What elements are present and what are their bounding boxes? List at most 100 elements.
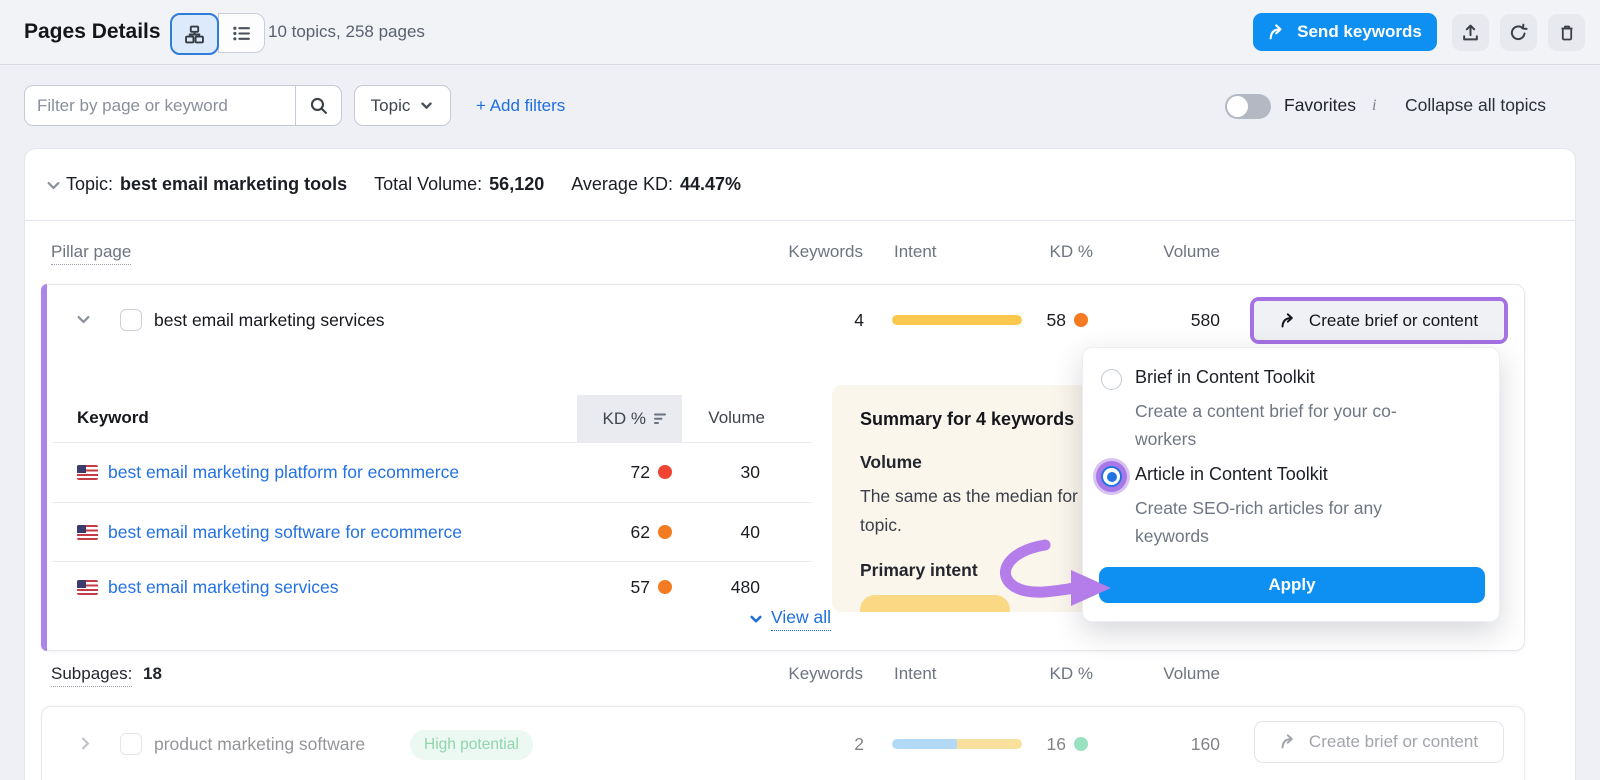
topic-filter-dropdown[interactable]: Topic — [354, 85, 451, 126]
add-filters-link[interactable]: + Add filters — [476, 85, 565, 126]
search-submit-button[interactable] — [295, 86, 341, 125]
chevron-right-icon[interactable] — [77, 735, 94, 752]
option-article-label[interactable]: Article in Content Toolkit — [1135, 464, 1328, 485]
volume-value: 480 — [660, 577, 760, 598]
subpages-count: 18 — [143, 664, 162, 683]
option-brief-label[interactable]: Brief in Content Toolkit — [1135, 367, 1315, 388]
subpage-keywords-count: 2 — [764, 734, 864, 755]
collapse-all-topics[interactable]: Collapse all topics — [1405, 85, 1546, 126]
upload-icon — [1461, 23, 1480, 42]
total-volume-label: Total Volume: — [374, 174, 482, 194]
column-intent: Intent — [894, 242, 937, 262]
option-article-description: Create SEO-rich articles for any keyword… — [1135, 494, 1480, 550]
delete-button[interactable] — [1548, 14, 1585, 51]
chevron-down-icon — [748, 611, 764, 627]
keyword-link[interactable]: best email marketing software for ecomme… — [108, 522, 462, 543]
radio-article[interactable] — [1101, 466, 1122, 487]
column-kd: KD % — [993, 664, 1093, 684]
topic-header-row[interactable]: Topic: best email marketing tools Total Vo… — [25, 149, 1575, 221]
column-kd: KD % — [993, 242, 1093, 262]
keyword-table-col-volume: Volume — [665, 408, 765, 428]
trash-icon — [1558, 24, 1576, 42]
summary-volume-label: Volume — [860, 452, 1098, 473]
column-keywords: Keywords — [763, 664, 863, 684]
keyword-table-col-keyword: Keyword — [77, 408, 149, 428]
radio-brief[interactable] — [1101, 369, 1122, 390]
topic-label: Topic: — [66, 174, 113, 194]
column-keywords: Keywords — [763, 242, 863, 262]
keyword-link[interactable]: best email marketing services — [108, 577, 339, 598]
volume-value: 40 — [660, 522, 760, 543]
volume-value: 30 — [660, 462, 760, 483]
chevron-down-icon[interactable] — [75, 311, 92, 328]
subpage-card: product marketing software High potentia… — [41, 706, 1525, 780]
kd-dot-orange — [1074, 313, 1088, 327]
pillar-volume-value: 580 — [1120, 310, 1220, 331]
keyword-link[interactable]: best email marketing platform for ecomme… — [108, 462, 459, 483]
export-button[interactable] — [1452, 14, 1489, 51]
keyword-row: best email marketing software for ecomme… — [42, 502, 812, 562]
view-toggle — [170, 13, 265, 55]
subpage-kd-value: 16 — [986, 734, 1066, 755]
chevron-down-icon[interactable] — [45, 177, 62, 194]
summary-primary-intent-label: Primary intent — [860, 560, 1098, 581]
subpage-title[interactable]: product marketing software — [154, 734, 365, 755]
column-volume: Volume — [1120, 664, 1220, 684]
pillar-checkbox[interactable] — [120, 309, 142, 331]
share-arrow-icon — [1268, 23, 1287, 42]
subpage-volume-value: 160 — [1120, 734, 1220, 755]
share-arrow-icon — [1280, 733, 1298, 751]
topic-summary-line: Topic: best email marketing tools Total Vo… — [66, 149, 741, 220]
create-brief-or-content-button[interactable]: Create brief or content — [1254, 301, 1504, 340]
top-bar: Pages Details — [0, 0, 1600, 65]
column-intent: Intent — [894, 664, 937, 684]
summary-volume-text: The same as the median for topic. — [860, 482, 1098, 540]
subpage-checkbox[interactable] — [120, 733, 142, 755]
sitemap-icon — [185, 25, 204, 44]
pillar-page-title[interactable]: best email marketing services — [154, 310, 385, 331]
chevron-down-icon — [419, 98, 434, 113]
annotation-highlight-box: Create brief or content — [1250, 297, 1508, 344]
average-kd-value: 44.47% — [680, 174, 741, 194]
kd-value: 57 — [570, 577, 650, 598]
favorites-toggle[interactable] — [1225, 94, 1271, 119]
subpages-label[interactable]: Subpages: 18 — [51, 664, 162, 684]
create-brief-or-content-button[interactable]: Create brief or content — [1254, 721, 1504, 763]
pages-details-screen: Pages Details — [0, 0, 1600, 780]
info-icon[interactable]: i — [1372, 85, 1376, 126]
create-content-popup: Brief in Content Toolkit Create a conten… — [1082, 347, 1500, 622]
column-pillar-page[interactable]: Pillar page — [51, 242, 131, 262]
column-volume: Volume — [1120, 242, 1220, 262]
intent-pill — [860, 595, 1010, 612]
topic-name: best email marketing tools — [120, 174, 347, 194]
keyword-row: best email marketing platform for ecomme… — [42, 442, 812, 502]
pillar-keywords-count: 4 — [764, 310, 864, 331]
us-flag-icon — [77, 525, 98, 540]
share-arrow-icon — [1280, 312, 1298, 330]
kd-dot-green — [1074, 737, 1088, 751]
topics-pages-count: 10 topics, 258 pages — [268, 0, 425, 64]
apply-button[interactable]: Apply — [1099, 567, 1485, 603]
tree-view-button[interactable] — [170, 13, 219, 55]
list-icon — [232, 24, 251, 43]
search-input[interactable] — [25, 86, 295, 125]
high-potential-badge: High potential — [410, 730, 533, 760]
filter-search — [24, 85, 342, 126]
us-flag-icon — [77, 465, 98, 480]
keyword-row: best email marketing services 57 480 — [42, 561, 812, 613]
summary-title: Summary for 4 keywords — [860, 409, 1098, 430]
summary-panel: Summary for 4 keywords Volume The same a… — [832, 385, 1098, 612]
refresh-button[interactable] — [1500, 14, 1537, 51]
total-volume-value: 56,120 — [489, 174, 544, 194]
list-view-button[interactable] — [218, 13, 265, 53]
favorites-label: Favorites — [1284, 85, 1356, 126]
kd-value: 72 — [570, 462, 650, 483]
option-brief-description: Create a content brief for your co- work… — [1135, 397, 1480, 453]
view-all-link[interactable]: View all — [748, 607, 831, 631]
kd-value: 62 — [570, 522, 650, 543]
page-title: Pages Details — [24, 0, 161, 64]
send-keywords-button[interactable]: Send keywords — [1253, 13, 1437, 51]
refresh-icon — [1509, 23, 1528, 42]
pillar-kd-value: 58 — [986, 310, 1066, 331]
average-kd-label: Average KD: — [571, 174, 673, 194]
